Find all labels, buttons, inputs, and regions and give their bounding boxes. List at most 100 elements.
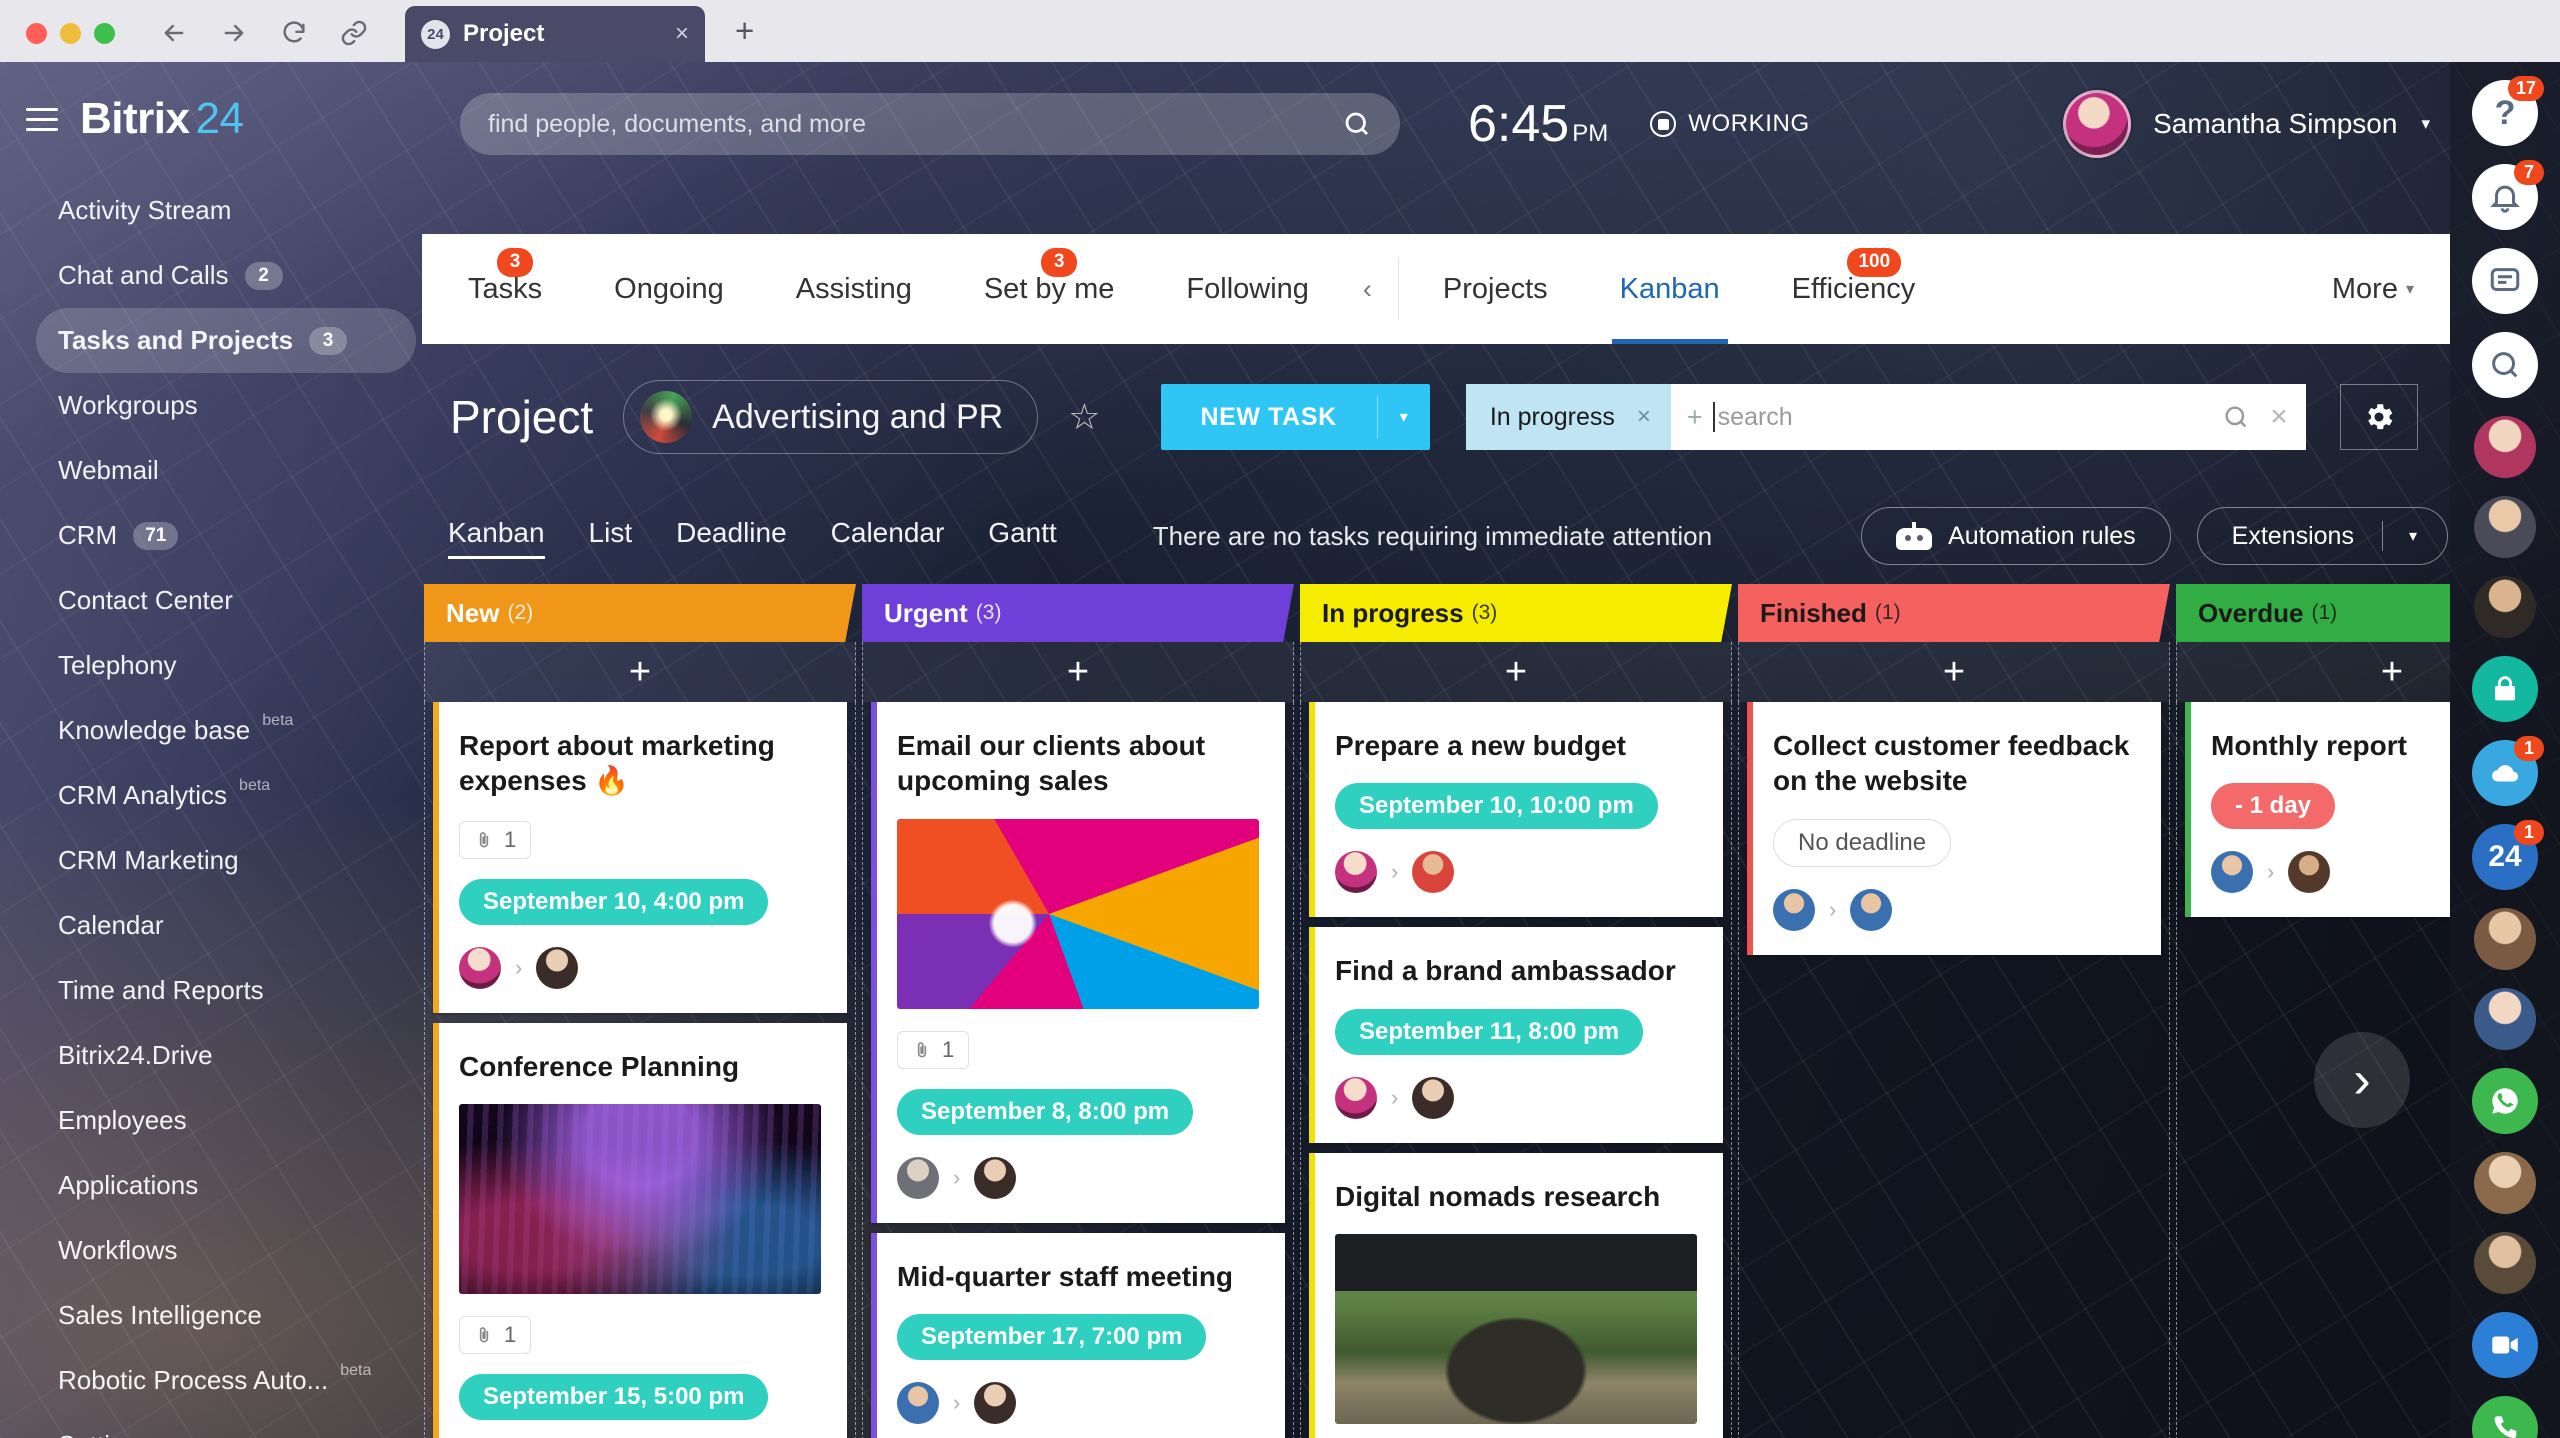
kanban-board[interactable]: New (2) + Report about marketing expenses 🔥… <box>424 584 2450 1438</box>
tab-kanban[interactable]: Kanban <box>1584 234 1756 344</box>
tab-tasks[interactable]: Tasks 3 <box>432 234 578 344</box>
maximize-window-icon[interactable] <box>94 23 115 44</box>
tab-ongoing[interactable]: Ongoing <box>578 234 760 344</box>
sidebar-item-contact-center[interactable]: Contact Center <box>0 568 420 633</box>
kanban-card[interactable]: Email our clients about upcoming sales 1 S… <box>871 702 1285 1223</box>
avatar[interactable] <box>974 1381 1017 1424</box>
avatar[interactable] <box>1850 888 1893 931</box>
rail-search-button[interactable] <box>2472 332 2538 398</box>
kanban-card[interactable]: Prepare a new budget September 10, 10:00 … <box>1309 702 1723 918</box>
avatar[interactable] <box>974 1156 1017 1199</box>
avatar[interactable] <box>459 946 501 989</box>
sidebar-item-time-and-reports[interactable]: Time and Reports <box>0 958 420 1023</box>
kanban-column-header[interactable]: New (2) <box>424 584 856 642</box>
kanban-card[interactable]: Find a brand ambassador September 11, 8:0… <box>1309 927 1723 1143</box>
avatar[interactable] <box>1412 1076 1455 1119</box>
view-tab-gantt[interactable]: Gantt <box>988 517 1056 555</box>
sidebar-item-crm-analytics[interactable]: CRM Analytics beta <box>0 763 420 828</box>
filter-chip[interactable]: In progress × <box>1465 384 1671 450</box>
forward-arrow-icon[interactable] <box>219 18 249 48</box>
sidebar-item-bitrix24-drive[interactable]: Bitrix24.Drive <box>0 1023 420 1088</box>
tab-set-by-me[interactable]: Set by me 3 <box>948 234 1151 344</box>
add-card-button[interactable]: + <box>424 642 856 702</box>
view-tab-list[interactable]: List <box>589 517 633 555</box>
view-tab-kanban[interactable]: Kanban <box>448 517 545 559</box>
avatar[interactable] <box>2474 576 2536 638</box>
avatar[interactable] <box>2474 416 2536 478</box>
close-icon[interactable]: × <box>1637 403 1651 431</box>
new-tab-button[interactable]: + <box>705 12 754 62</box>
link-icon[interactable] <box>339 18 369 48</box>
kanban-column-body[interactable]: Collect customer feedback on the website… <box>1738 702 2170 1438</box>
avatar[interactable] <box>536 946 579 989</box>
chat-list-button[interactable] <box>2472 248 2538 314</box>
avatar[interactable] <box>897 1381 939 1424</box>
avatar[interactable] <box>2474 1232 2536 1294</box>
phone-button[interactable] <box>2472 1396 2538 1438</box>
new-task-button[interactable]: NEW TASK ▾ <box>1160 384 1430 450</box>
search-icon[interactable] <box>2222 403 2250 431</box>
sidebar-item-chat-and-calls[interactable]: Chat and Calls 2 <box>0 243 420 308</box>
kanban-column-body[interactable]: Report about marketing expenses 🔥 1 Septem… <box>424 702 856 1438</box>
avatar[interactable] <box>1412 851 1455 894</box>
avatar[interactable] <box>2474 496 2536 558</box>
kanban-column-body[interactable]: Prepare a new budget September 10, 10:00 … <box>1300 702 1732 1438</box>
stop-work-icon[interactable] <box>1650 111 1677 137</box>
bitrix24-button[interactable]: 24 1 <box>2472 820 2544 890</box>
new-task-label[interactable]: NEW TASK <box>1161 384 1377 450</box>
sidebar-item-robotic-process-auto[interactable]: Robotic Process Auto... beta <box>0 1348 420 1413</box>
sidebar-item-sales-intelligence[interactable]: Sales Intelligence <box>0 1283 420 1348</box>
sidebar-item-crm[interactable]: CRM 71 <box>0 503 420 568</box>
avatar[interactable] <box>2063 90 2132 158</box>
kanban-column-header[interactable]: Finished (1) <box>1738 584 2170 642</box>
add-card-button[interactable]: + <box>862 642 1294 702</box>
tab-assisting[interactable]: Assisting <box>760 234 948 344</box>
kanban-card[interactable]: Report about marketing expenses 🔥 1 Septem… <box>433 702 847 1013</box>
sidebar-item-webmail[interactable]: Webmail <box>0 438 420 503</box>
tab-following[interactable]: Following <box>1150 234 1345 344</box>
sidebar-item-activity-stream[interactable]: Activity Stream <box>0 178 420 243</box>
global-search-input[interactable]: find people, documents, and more <box>460 93 1400 155</box>
kanban-card[interactable]: Monthly report - 1 day › <box>2185 702 2450 918</box>
add-card-button[interactable]: + <box>1300 642 1732 702</box>
browser-tab[interactable]: 24 Project × <box>405 6 705 62</box>
search-icon[interactable] <box>1342 109 1372 139</box>
favorite-star-icon[interactable]: ☆ <box>1068 396 1100 438</box>
tab-more[interactable]: More ▾ <box>2296 234 2450 344</box>
tab-projects[interactable]: Projects <box>1407 234 1584 344</box>
avatar[interactable] <box>1335 851 1377 894</box>
kanban-column-header[interactable]: In progress (3) <box>1300 584 1732 642</box>
sidebar-item-knowledge-base[interactable]: Knowledge base beta <box>0 698 420 763</box>
avatar[interactable] <box>2474 908 2536 970</box>
work-status[interactable]: WORKING <box>1650 110 1810 138</box>
close-icon[interactable]: × <box>675 22 689 46</box>
add-filter-icon[interactable]: + <box>1671 402 1713 433</box>
avatar[interactable] <box>1773 888 1815 931</box>
notifications-button[interactable]: 7 <box>2472 160 2544 230</box>
sidebar-item-workgroups[interactable]: Workgroups <box>0 373 420 438</box>
app-logo[interactable]: Bitrix 24 <box>80 94 244 144</box>
kanban-card[interactable]: Collect customer feedback on the website… <box>1747 702 2161 955</box>
kanban-column-header[interactable]: Overdue (1) <box>2176 584 2450 642</box>
kanban-column-body[interactable]: Email our clients about upcoming sales 1 S… <box>862 702 1294 1438</box>
chevron-down-icon[interactable]: ▾ <box>2403 526 2431 546</box>
sidebar-item-tasks-and-projects[interactable]: Tasks and Projects 3 <box>36 308 416 373</box>
sidebar-item-workflows[interactable]: Workflows <box>0 1218 420 1283</box>
view-tab-deadline[interactable]: Deadline <box>676 517 787 555</box>
project-selector[interactable]: Advertising and PR <box>623 380 1039 454</box>
filter-bar[interactable]: In progress × + search × <box>1465 384 2306 450</box>
view-tab-calendar[interactable]: Calendar <box>831 517 945 555</box>
kanban-column-header[interactable]: Urgent (3) <box>862 584 1294 642</box>
sidebar-item-calendar[interactable]: Calendar <box>0 893 420 958</box>
sidebar-item-crm-marketing[interactable]: CRM Marketing <box>0 828 420 893</box>
sidebar-item-settings[interactable]: Settings <box>0 1413 420 1438</box>
cloud-button[interactable]: 1 <box>2472 736 2544 806</box>
chevron-down-icon[interactable]: ▾ <box>2421 114 2430 134</box>
sidebar-item-employees[interactable]: Employees <box>0 1088 420 1153</box>
chevron-left-icon[interactable]: ‹ <box>1345 274 1390 305</box>
avatar[interactable] <box>2474 1152 2536 1214</box>
add-card-button[interactable]: + <box>1738 642 2170 702</box>
clear-filter-icon[interactable]: × <box>2270 400 2288 434</box>
avatar[interactable] <box>2474 988 2536 1050</box>
add-card-button[interactable]: + <box>2176 642 2450 702</box>
